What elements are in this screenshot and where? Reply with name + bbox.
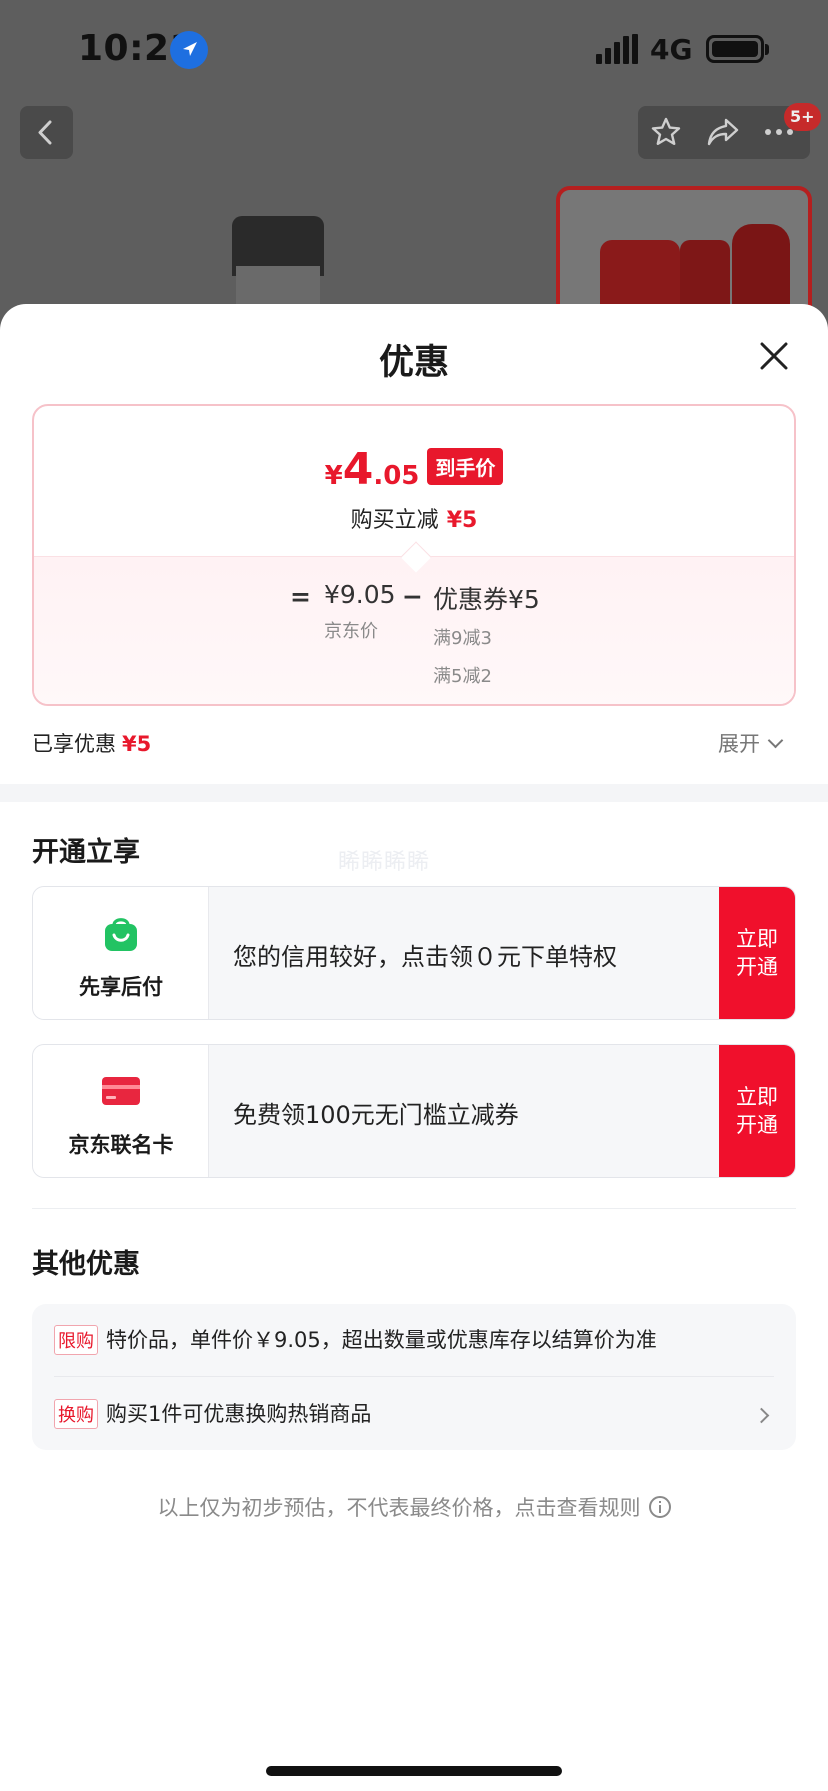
- calc-area: [34, 556, 794, 704]
- product-image-bottle: [236, 266, 320, 306]
- final-price-decimal: .05: [373, 461, 420, 491]
- other-offer-limit: 限购 特价品，单件价￥9.05，超出数量或优惠库存以结算价为准: [54, 1324, 657, 1355]
- battery-icon: [706, 35, 764, 63]
- offer-name: 先享后付: [79, 975, 163, 999]
- cta-line: 立即: [736, 927, 778, 951]
- coupon-value: 优惠券¥5: [433, 585, 540, 614]
- equals-sign: =: [290, 582, 311, 611]
- chevron-left-icon: [38, 120, 52, 145]
- offer-brand: 先享后付: [33, 887, 209, 1019]
- final-price-currency: ¥: [324, 461, 343, 491]
- limit-tag: 限购: [54, 1325, 98, 1355]
- row-divider: [54, 1376, 774, 1377]
- expand-label: 展开: [718, 732, 760, 756]
- open-now-button[interactable]: 立即 开通: [719, 1045, 795, 1177]
- final-price-integer: 4: [342, 444, 374, 495]
- other-section-title: 其他优惠: [32, 1249, 140, 1280]
- rules-note-text: 以上仅为初步预估，不代表最终价格，点击查看规则: [157, 1496, 641, 1520]
- coupon-deduction: 优惠券¥5 满9减3 满5减2: [433, 580, 540, 688]
- section-divider: [0, 784, 828, 802]
- tradein-tag: 换购: [54, 1399, 98, 1429]
- battery-tip: [765, 44, 769, 55]
- cta-line: 立即: [736, 1085, 778, 1109]
- final-price-tag: 到手价: [427, 448, 504, 485]
- signal-icon: [596, 34, 638, 64]
- share-icon[interactable]: [706, 116, 740, 148]
- divider: [32, 1208, 796, 1209]
- back-button[interactable]: [20, 106, 73, 159]
- other-offer-text: 购买1件可优惠换购热销商品: [106, 1402, 372, 1426]
- location-arrow-icon: [170, 31, 208, 69]
- status-bar: 10:21 4G: [0, 0, 828, 100]
- product-page-background: 10:21 4G 5+: [0, 0, 828, 340]
- offer-description: 您的信用较好，点击领０元下单特权: [233, 943, 617, 971]
- watermark: 睎睎睎睎: [338, 850, 431, 875]
- rules-note[interactable]: 以上仅为初步预估，不代表最终价格，点击查看规则: [0, 1492, 828, 1522]
- sheet-title: 优惠: [378, 343, 449, 383]
- star-icon[interactable]: [650, 116, 682, 148]
- offer-brand: 京东联名卡: [33, 1045, 209, 1177]
- chevron-right-icon[interactable]: [753, 1407, 770, 1424]
- offer-pay-later[interactable]: 先享后付 您的信用较好，点击领０元下单特权 立即 开通: [32, 886, 796, 1020]
- info-icon[interactable]: [648, 1496, 671, 1518]
- price-breakdown-card: ¥4.05 到手价 购买立减 ¥5 = ¥9.05 京东价 − 优惠券¥5 满9减3…: [32, 404, 796, 706]
- offer-cobrand-card[interactable]: 京东联名卡 免费领100元无门槛立减券 立即 开通: [32, 1044, 796, 1178]
- other-offer-text: 特价品，单件价￥9.05，超出数量或优惠库存以结算价为准: [106, 1328, 657, 1352]
- coupon-rule: 满9减3: [433, 628, 492, 649]
- jd-price-label: 京东价: [324, 621, 378, 642]
- minus-sign: −: [402, 582, 423, 611]
- cta-line: 开通: [736, 1113, 778, 1137]
- open-section-title: 开通立享: [32, 837, 140, 868]
- message-badge: 5+: [784, 103, 821, 131]
- discount-sheet: 优惠 ¥4.05 到手价 购买立减 ¥5 = ¥9.05 京东价 − 优惠券¥5 满…: [0, 304, 828, 1791]
- network-type: 4G: [650, 33, 693, 66]
- expand-button[interactable]: 展开: [718, 728, 784, 758]
- chevron-down-icon: [767, 732, 784, 749]
- jd-price-value: ¥9.05: [324, 580, 396, 609]
- close-icon[interactable]: [752, 334, 796, 378]
- coupon-rule: 满5减2: [433, 666, 492, 687]
- other-offers-list: 限购 特价品，单件价￥9.05，超出数量或优惠库存以结算价为准 换购 购买1件可优惠…: [32, 1304, 796, 1450]
- enjoyed-discount: 已享优惠 ¥5: [32, 728, 151, 758]
- instant-reduction: 购买立减 ¥5: [34, 502, 794, 534]
- reduction-amount: ¥5: [446, 508, 478, 533]
- open-now-button[interactable]: 立即 开通: [719, 887, 795, 1019]
- enjoyed-label: 已享优惠: [32, 732, 116, 756]
- credit-card-icon: [102, 1077, 140, 1105]
- cta-line: 开通: [736, 955, 778, 979]
- final-price: ¥4.05 到手价: [34, 444, 794, 495]
- shopping-bag-icon: [105, 918, 137, 951]
- home-indicator: [266, 1766, 562, 1776]
- jd-price: ¥9.05 京东价: [324, 580, 396, 643]
- enjoyed-amount: ¥5: [122, 732, 152, 756]
- reduction-label: 购买立减: [350, 508, 439, 533]
- offer-name: 京东联名卡: [68, 1133, 174, 1157]
- other-offer-tradein[interactable]: 换购 购买1件可优惠换购热销商品: [54, 1398, 371, 1429]
- offer-description: 免费领100元无门槛立减券: [233, 1101, 519, 1129]
